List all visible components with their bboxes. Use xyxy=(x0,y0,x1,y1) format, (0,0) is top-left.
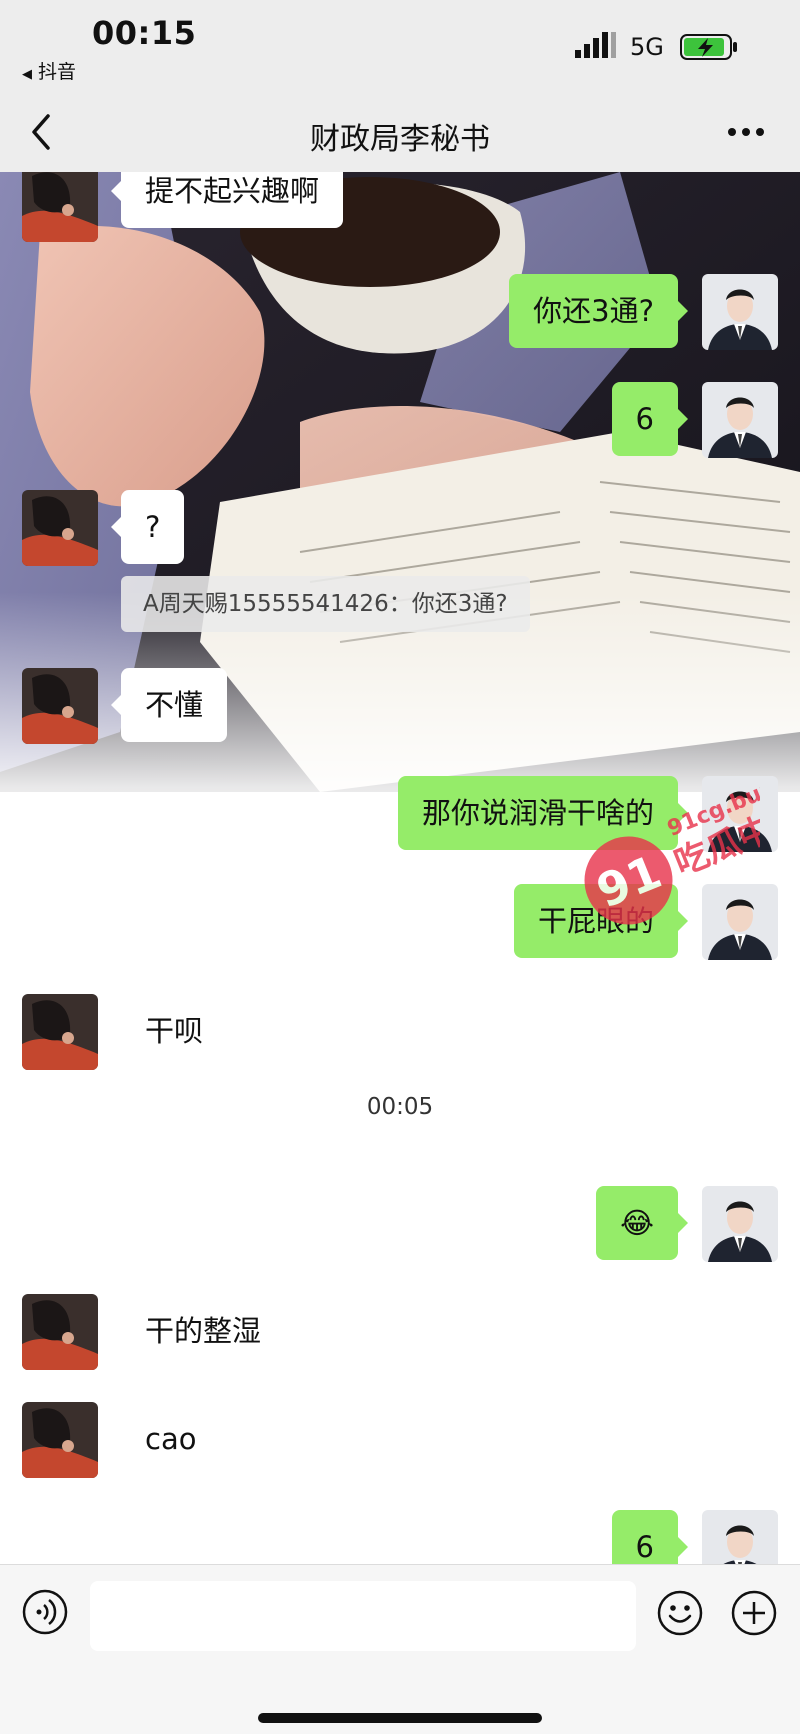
site-watermark-logo: 91 91cg.buzz 吃瓜中心 xyxy=(584,772,760,925)
self-avatar[interactable] xyxy=(702,1186,778,1262)
back-app-label: 抖音 xyxy=(38,61,77,83)
message-bubble-sent[interactable]: 6 xyxy=(611,1510,689,1564)
plus-icon[interactable] xyxy=(730,1589,778,1637)
input-bar xyxy=(0,1564,800,1734)
voice-icon[interactable] xyxy=(22,1589,68,1635)
time-divider: 00:05 xyxy=(366,1094,434,1120)
chat-area[interactable]: 提不起兴趣啊 你还3通? 6 ? A周天赐15555541426：你还3通? 不… xyxy=(0,172,800,1564)
contact-avatar[interactable] xyxy=(22,490,98,566)
network-type: 5G xyxy=(630,33,664,61)
status-bar: 00:15 ◀ 抖音 5G xyxy=(0,0,800,92)
home-indicator xyxy=(258,1713,542,1723)
more-dots-icon[interactable] xyxy=(726,126,766,138)
signal-icon xyxy=(575,32,616,58)
self-avatar[interactable] xyxy=(702,274,778,350)
back-to-app-link[interactable]: ◀ 抖音 xyxy=(22,57,76,84)
message-bubble-sent[interactable]: 6 xyxy=(611,382,689,456)
battery-charging-icon xyxy=(680,34,737,60)
message-bubble-received[interactable]: 不懂 xyxy=(110,668,228,742)
message-bubble-received[interactable]: 提不起兴趣啊 xyxy=(110,172,344,228)
message-bubble-received[interactable]: cao xyxy=(121,1402,220,1476)
nav-bar: 财政局李秘书 xyxy=(0,92,800,173)
message-bubble-received[interactable]: 干呗 xyxy=(121,994,227,1068)
message-bubble-sent[interactable]: 你还3通? xyxy=(509,274,688,348)
quoted-message[interactable]: A周天赐15555541426：你还3通? xyxy=(121,576,530,632)
status-time: 00:15 xyxy=(92,14,197,52)
contact-avatar[interactable] xyxy=(22,172,98,242)
contact-avatar[interactable] xyxy=(22,994,98,1070)
chat-title: 财政局李秘书 xyxy=(310,122,490,157)
message-bubble-received[interactable]: 干的整湿 xyxy=(121,1294,285,1368)
emoji-icon[interactable] xyxy=(656,1589,704,1637)
contact-avatar[interactable] xyxy=(22,1294,98,1370)
message-bubble-received[interactable]: ? xyxy=(110,490,185,564)
message-bubble-sent[interactable]: 😂 xyxy=(596,1186,688,1260)
contact-avatar[interactable] xyxy=(22,1402,98,1478)
contact-avatar[interactable] xyxy=(22,668,98,744)
message-input[interactable] xyxy=(90,1581,636,1651)
back-triangle-icon: ◀ xyxy=(22,67,32,82)
self-avatar[interactable] xyxy=(702,382,778,458)
self-avatar[interactable] xyxy=(702,1510,778,1564)
